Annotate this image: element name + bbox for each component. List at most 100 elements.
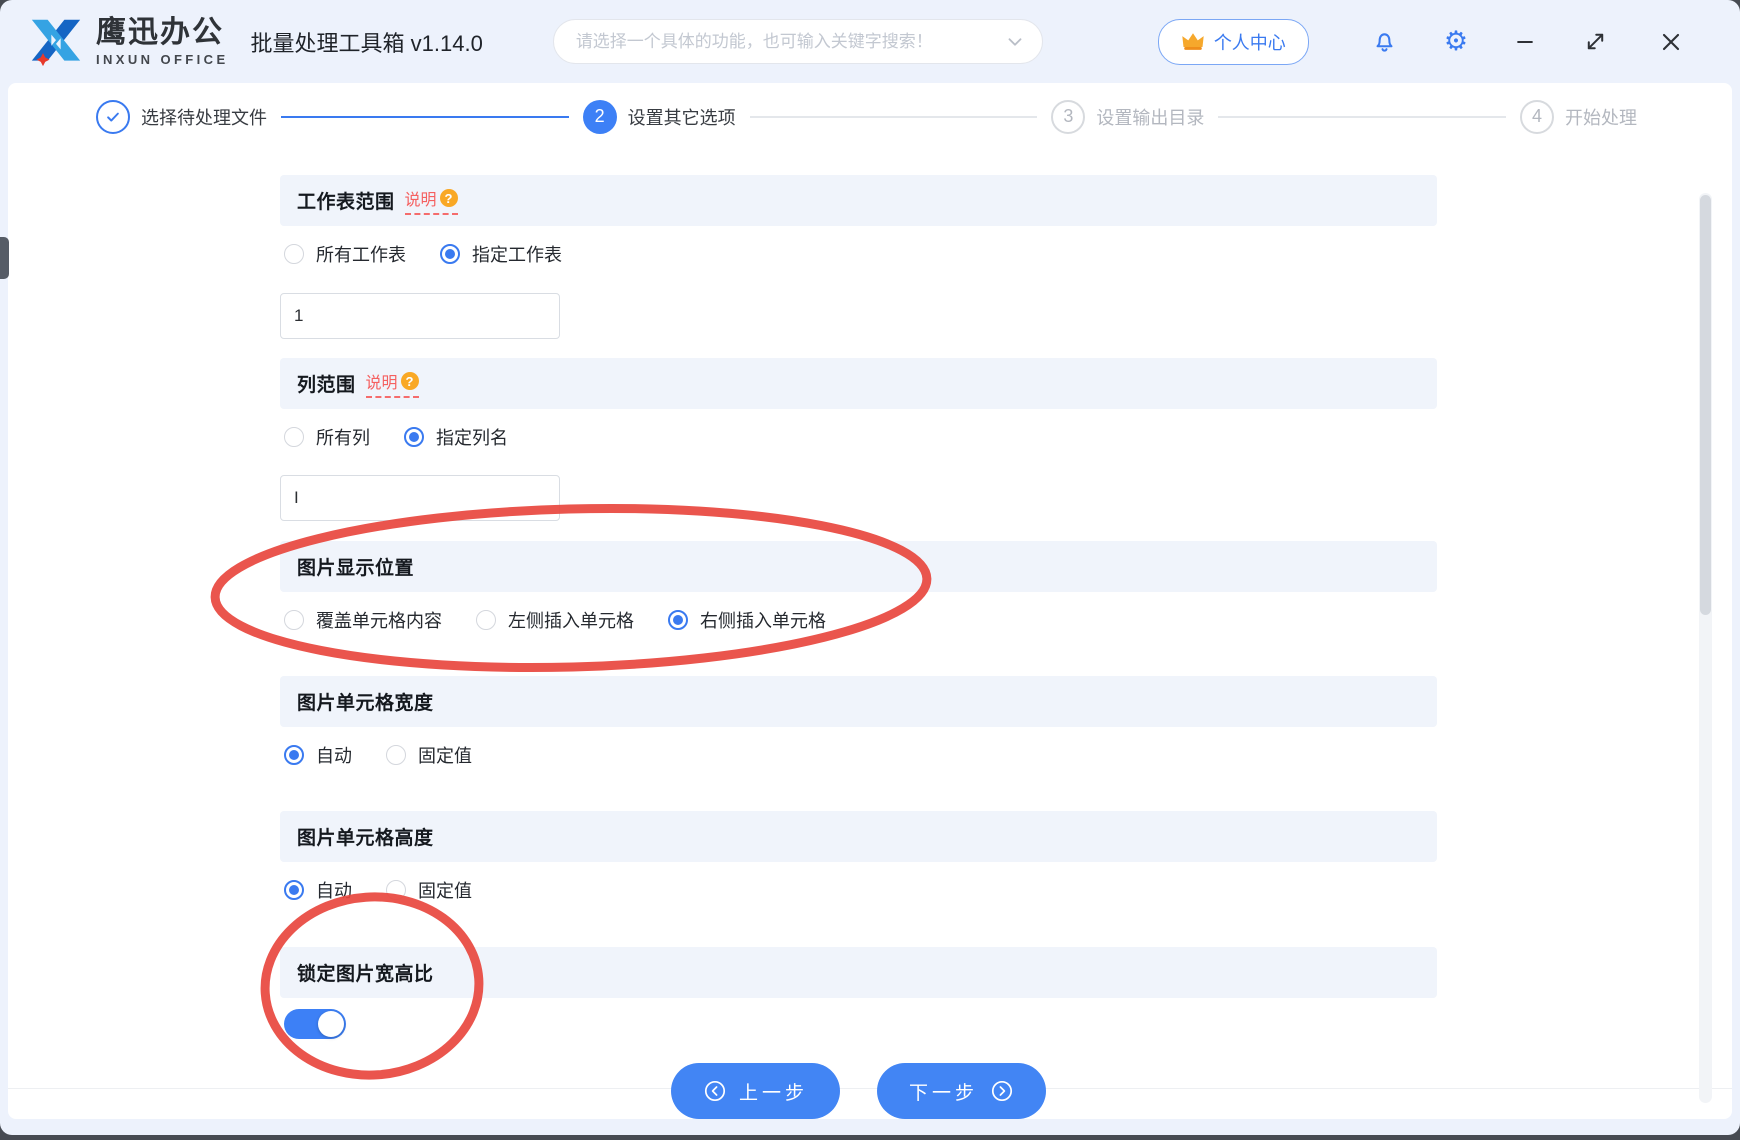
brand-text: 鹰迅办公 INXUN OFFICE <box>96 18 229 66</box>
radio-icon[interactable] <box>404 427 424 447</box>
worksheet-index-input[interactable] <box>280 293 560 339</box>
radio-all-columns[interactable]: 所有列 <box>284 424 370 450</box>
step-2-set-options[interactable]: 2 设置其它选项 <box>583 100 736 134</box>
section-image-cell-height: 图片单元格高度 <box>280 811 1437 862</box>
vertical-scrollbar[interactable] <box>1699 193 1712 1103</box>
radio-width-fixed[interactable]: 固定值 <box>386 742 472 768</box>
maximize-icon <box>1584 30 1607 53</box>
question-mark-icon: ? <box>440 189 458 207</box>
gear-icon: ⚙ <box>1444 28 1468 55</box>
radio-icon[interactable] <box>284 610 304 630</box>
step-connector <box>1218 116 1506 118</box>
radio-icon[interactable] <box>284 745 304 765</box>
step-label: 设置输出目录 <box>1096 104 1204 130</box>
radio-height-fixed[interactable]: 固定值 <box>386 877 472 903</box>
bell-icon <box>1371 28 1398 55</box>
section-column-range: 列范围 说明 ? <box>280 358 1437 409</box>
brand-subtitle: INXUN OFFICE <box>96 53 229 66</box>
step-label: 设置其它选项 <box>628 104 736 130</box>
section-title: 图片单元格宽度 <box>297 688 434 715</box>
section-lock-aspect-ratio: 锁定图片宽高比 <box>280 947 1437 998</box>
step-label: 开始处理 <box>1565 104 1637 130</box>
settings-button[interactable]: ⚙ <box>1444 28 1468 55</box>
circle-arrow-left-icon <box>703 1079 727 1103</box>
toggle-knob <box>318 1011 344 1037</box>
column-range-options: 所有列 指定列名 <box>280 422 1437 452</box>
circle-arrow-right-icon <box>990 1079 1014 1103</box>
step-2-number: 2 <box>583 100 617 134</box>
personal-center-button[interactable]: 个人中心 <box>1158 19 1309 65</box>
check-icon <box>104 108 122 126</box>
minimize-icon <box>1514 31 1536 53</box>
radio-specified-worksheets[interactable]: 指定工作表 <box>440 241 562 267</box>
section-image-cell-width: 图片单元格宽度 <box>280 676 1437 727</box>
minimize-button[interactable] <box>1514 31 1536 53</box>
app-logo: 鹰迅办公 INXUN OFFICE <box>28 16 229 68</box>
radio-icon[interactable] <box>386 880 406 900</box>
function-search-select[interactable] <box>553 19 1043 64</box>
wizard-footer: 上一步 下一步 <box>280 1063 1437 1119</box>
section-title: 工作表范围 <box>297 187 395 214</box>
radio-icon[interactable] <box>386 745 406 765</box>
section-title: 列范围 <box>297 370 356 397</box>
radio-insert-left[interactable]: 左侧插入单元格 <box>476 607 634 633</box>
radio-specified-columns[interactable]: 指定列名 <box>404 424 508 450</box>
background-window-edge <box>0 237 9 279</box>
step-4-number: 4 <box>1520 100 1554 134</box>
radio-width-auto[interactable]: 自动 <box>284 742 352 768</box>
next-step-button[interactable]: 下一步 <box>877 1063 1046 1119</box>
image-position-options: 覆盖单元格内容 左侧插入单元格 右侧插入单元格 <box>280 605 1437 635</box>
radio-icon[interactable] <box>284 244 304 264</box>
step-connector <box>750 116 1038 118</box>
app-window: 鹰迅办公 INXUN OFFICE 批量处理工具箱 v1.14.0 个人中心 <box>0 0 1740 1135</box>
screen: 鹰迅办公 INXUN OFFICE 批量处理工具箱 v1.14.0 个人中心 <box>0 0 1740 1140</box>
step-1-select-files[interactable]: 选择待处理文件 <box>96 100 267 134</box>
options-form: 工作表范围 说明 ? 所有工作表 指定工作表 <box>280 175 1437 1119</box>
worksheet-range-options: 所有工作表 指定工作表 <box>280 239 1437 269</box>
step-1-check-circle <box>96 100 130 134</box>
brand-name: 鹰迅办公 <box>96 18 229 48</box>
maximize-button[interactable] <box>1584 30 1607 53</box>
previous-step-button[interactable]: 上一步 <box>671 1063 840 1119</box>
crown-icon <box>1181 32 1205 51</box>
chevron-down-icon[interactable] <box>1004 31 1026 53</box>
section-title: 图片单元格高度 <box>297 823 434 850</box>
title-bar: 鹰迅办公 INXUN OFFICE 批量处理工具箱 v1.14.0 个人中心 <box>0 0 1740 83</box>
radio-icon[interactable] <box>440 244 460 264</box>
logo-x-icon <box>28 16 84 68</box>
lock-aspect-ratio-toggle[interactable] <box>284 1009 346 1039</box>
step-3-number: 3 <box>1051 100 1085 134</box>
radio-icon[interactable] <box>668 610 688 630</box>
column-name-input[interactable] <box>280 475 560 521</box>
step-connector <box>281 116 569 118</box>
close-icon <box>1659 30 1683 54</box>
worksheet-range-help-link[interactable]: 说明 ? <box>405 186 458 215</box>
radio-icon[interactable] <box>476 610 496 630</box>
section-worksheet-range: 工作表范围 说明 ? <box>280 175 1437 226</box>
radio-height-auto[interactable]: 自动 <box>284 877 352 903</box>
radio-icon[interactable] <box>284 427 304 447</box>
step-4-start[interactable]: 4 开始处理 <box>1520 100 1637 134</box>
personal-center-label: 个人中心 <box>1214 29 1286 55</box>
help-label: 说明 <box>405 186 437 210</box>
main-panel: 选择待处理文件 2 设置其它选项 3 设置输出目录 4 开始处理 <box>8 83 1732 1119</box>
radio-icon[interactable] <box>284 880 304 900</box>
close-button[interactable] <box>1659 30 1683 54</box>
image-cell-height-options: 自动 固定值 <box>280 875 1437 905</box>
step-3-output-dir[interactable]: 3 设置输出目录 <box>1051 100 1204 134</box>
radio-all-worksheets[interactable]: 所有工作表 <box>284 241 406 267</box>
step-label: 选择待处理文件 <box>141 104 267 130</box>
image-cell-width-options: 自动 固定值 <box>280 740 1437 770</box>
section-image-position: 图片显示位置 <box>280 541 1437 592</box>
radio-overwrite-cell[interactable]: 覆盖单元格内容 <box>284 607 442 633</box>
column-range-help-link[interactable]: 说明 ? <box>366 369 419 398</box>
radio-insert-right[interactable]: 右侧插入单元格 <box>668 607 826 633</box>
search-input[interactable] <box>574 31 1004 53</box>
section-title: 锁定图片宽高比 <box>297 959 434 986</box>
notifications-button[interactable] <box>1371 28 1398 55</box>
app-title: 批量处理工具箱 v1.14.0 <box>251 26 483 58</box>
scrollbar-thumb[interactable] <box>1700 195 1711 615</box>
section-title: 图片显示位置 <box>297 553 414 580</box>
question-mark-icon: ? <box>401 372 419 390</box>
step-indicator: 选择待处理文件 2 设置其它选项 3 设置输出目录 4 开始处理 <box>8 83 1732 139</box>
